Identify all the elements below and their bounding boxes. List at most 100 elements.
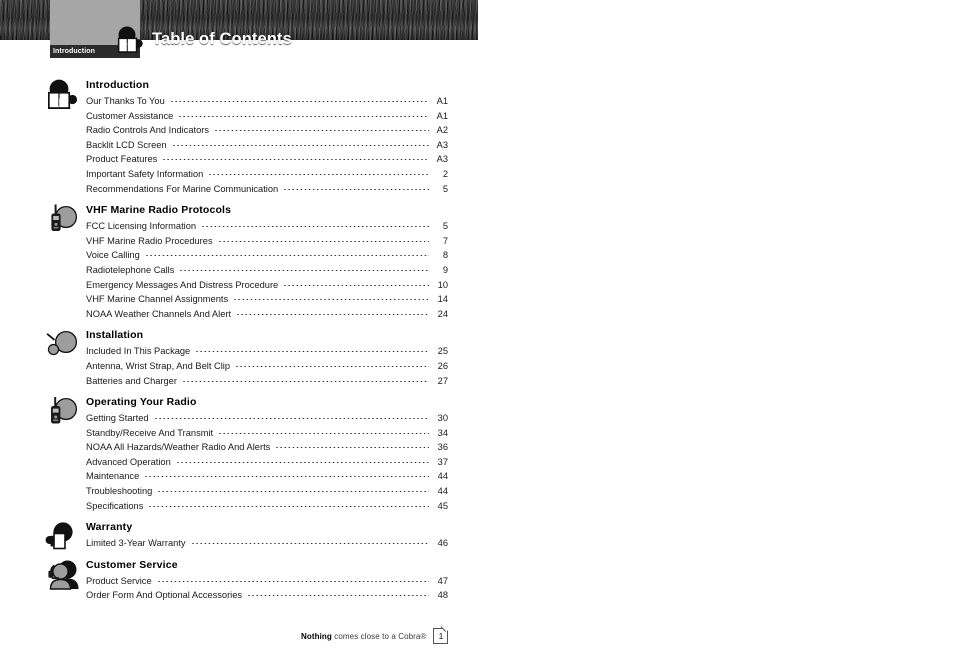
toc-entry[interactable]: Product Service 47 [86,574,448,589]
toc-entry-label: Advanced Operation [86,456,171,467]
toc-entry-leader [172,138,429,148]
toc-entry-label: Important Safety Information [86,168,204,179]
toc-section-installation: Installation Included In This Package 25… [40,328,448,388]
toc-section-body: Warranty Limited 3-Year Warranty 46 [86,520,448,551]
toc-entry-leader [182,374,429,384]
toc-entry[interactable]: Standby/Receive And Transmit 34 [86,426,448,441]
footer-inner: Nothing comes close to a Cobra® 1 [301,621,452,644]
toc-entry-page: A3 [436,139,448,150]
toc-entry-leader [176,455,429,465]
toc-entry-label: Radiotelephone Calls [86,264,175,275]
toc-entry-leader [234,292,429,302]
toc-entry-page: 44 [437,486,448,497]
toc-entry-label: Product Features [86,154,158,165]
toc-entry[interactable]: Maintenance 44 [86,469,448,484]
toc-entry-label: Customer Assistance [86,110,174,121]
table-of-contents: Introduction Our Thanks To You A1 Custom… [40,78,448,610]
toc-entry[interactable]: Troubleshooting 44 [86,484,448,499]
toc-entry-leader [248,588,429,598]
toc-entry[interactable]: Customer Assistance A1 [86,109,448,124]
toc-entry-page: 2 [442,168,448,179]
toc-section-body: Operating Your Radio Getting Started 30 … [86,395,448,513]
toc-entry-leader [145,469,429,479]
toc-entry[interactable]: Important Safety Information 2 [86,167,448,182]
toc-entry-label: VHF Marine Channel Assignments [86,294,229,305]
toc-entry-leader [219,426,429,436]
toc-entry[interactable]: Limited 3-Year Warranty 46 [86,536,448,551]
toc-entry-leader [215,123,429,133]
toc-entry-leader [191,536,429,546]
toc-entry-label: Backlit LCD Screen [86,139,167,150]
toc-entry[interactable]: VHF Marine Channel Assignments 14 [86,292,448,307]
toc-entry[interactable]: Recommendations For Marine Communication… [86,182,448,197]
toc-entry-page: 36 [437,442,448,453]
toc-entry[interactable]: Emergency Messages And Distress Procedur… [86,278,448,293]
toc-entry[interactable]: Our Thanks To You A1 [86,94,448,109]
toc-section-title: VHF Marine Radio Protocols [86,204,232,217]
toc-entry-label: Emergency Messages And Distress Procedur… [86,279,279,290]
page-title: Table of Contents [152,30,292,48]
toc-section-body: Installation Included In This Package 25… [86,328,448,388]
toc-entry[interactable]: Batteries and Charger 27 [86,374,448,389]
open-book-icon [114,26,146,54]
toc-section-body: Customer Service Product Service 47 Orde… [86,558,448,603]
toc-entry-leader [284,182,429,192]
toc-section-operating-your-radio: Operating Your Radio Getting Started 30 … [40,395,448,513]
footer-tagline: Nothing comes close to a Cobra® [301,632,426,641]
toc-entry[interactable]: Radiotelephone Calls 9 [86,263,448,278]
toc-entry-page: A3 [436,154,448,165]
toc-entry-label: Order Form And Optional Accessories [86,590,243,601]
toc-entry-page: A2 [436,125,448,136]
toc-entry-leader [276,440,429,450]
toc-entry-page: 5 [442,183,448,194]
head-antenna-icon [43,328,85,364]
head-document-icon [43,520,85,556]
toc-entry-leader [170,94,429,104]
toc-entry-page: 34 [437,427,448,438]
toc-entry[interactable]: Antenna, Wrist Strap, And Belt Clip 26 [86,359,448,374]
toc-section-title: Introduction [86,79,150,91]
toc-entry-label: Troubleshooting [86,486,153,497]
toc-entry[interactable]: VHF Marine Radio Procedures 7 [86,234,448,249]
toc-entry-leader [237,307,429,317]
toc-entry[interactable]: FCC Licensing Information 5 [86,219,448,234]
toc-entry-label: NOAA All Hazards/Weather Radio And Alert… [86,442,271,453]
toc-section-body: Introduction Our Thanks To You A1 Custom… [86,78,448,196]
toc-entry-leader [157,574,429,584]
toc-entry[interactable]: Order Form And Optional Accessories 48 [86,588,448,603]
toc-section-introduction: Introduction Our Thanks To You A1 Custom… [40,78,448,196]
toc-entry-page: A1 [436,96,448,106]
toc-entry-label: Recommendations For Marine Communication [86,183,279,194]
toc-entry[interactable]: Included In This Package 25 [86,344,448,359]
toc-entry-label: Limited 3-Year Warranty [86,538,186,549]
toc-entry[interactable]: Advanced Operation 37 [86,455,448,470]
toc-entry-label: Product Service [86,575,152,586]
toc-entry-page: 25 [437,346,448,357]
toc-entry-page: 47 [437,575,448,586]
toc-section-customer-service: Customer Service Product Service 47 Orde… [40,558,448,603]
toc-section-title: Customer Service [86,558,178,571]
toc-entry[interactable]: Voice Calling 8 [86,248,448,263]
toc-entry[interactable]: Specifications 45 [86,499,448,514]
toc-entry[interactable]: Radio Controls And Indicators A2 [86,123,448,138]
toc-section-warranty: Warranty Limited 3-Year Warranty 46 [40,520,448,551]
toc-entry-leader [179,109,429,119]
toc-entry[interactable]: Getting Started 30 [86,411,448,426]
toc-entry-label: FCC Licensing Information [86,221,197,232]
toc-entry[interactable]: Backlit LCD Screen A3 [86,138,448,153]
toc-section-title: Installation [86,329,144,342]
toc-entry-label: Our Thanks To You [86,96,165,106]
toc-entry-label: Getting Started [86,413,149,424]
head-handheld-radio-icon [43,203,85,239]
toc-entry[interactable]: NOAA Weather Channels And Alert 24 [86,307,448,322]
toc-entry[interactable]: Product Features A3 [86,152,448,167]
toc-entry[interactable]: NOAA All Hazards/Weather Radio And Alert… [86,440,448,455]
toc-entry-label: Included In This Package [86,346,191,357]
toc-entry-leader [145,248,429,258]
toc-entry-page: 10 [437,279,448,290]
toc-entry-label: Specifications [86,500,144,511]
head-open-book-icon [43,78,85,114]
toc-entry-page: 46 [437,538,448,549]
toc-entry-leader [284,278,429,288]
footer-tagline-rest: comes close to a Cobra® [331,631,427,641]
